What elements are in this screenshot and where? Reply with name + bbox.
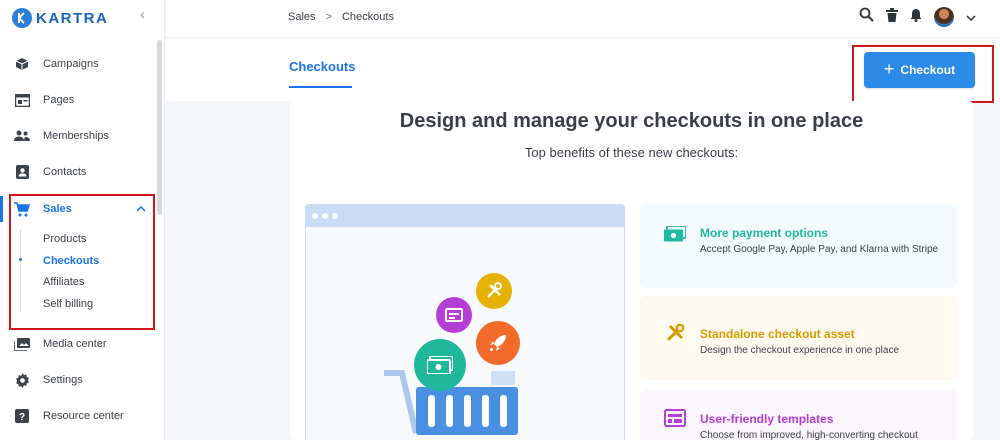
sidebar-item-contacts[interactable]: Contacts	[0, 154, 155, 190]
template-icon	[664, 407, 686, 429]
media-icon	[14, 336, 30, 352]
tab-checkouts[interactable]: Checkouts	[289, 59, 355, 74]
feature-card-standalone: Standalone checkout asset Design the che…	[640, 296, 957, 380]
highlight-box-sales	[9, 194, 155, 330]
tools-icon	[664, 322, 686, 344]
feature-card-payment: More payment options Accept Google Pay, …	[640, 204, 957, 288]
bell-icon[interactable]	[910, 8, 922, 27]
topbar-actions	[859, 7, 976, 27]
chevron-down-icon[interactable]	[966, 8, 976, 26]
sidebar-item-memberships[interactable]: Memberships	[0, 118, 155, 154]
sidebar-item-media-center[interactable]: Media center	[0, 326, 155, 362]
sidebar-item-pages[interactable]: Pages	[0, 82, 155, 118]
sidebar-item-label: Settings	[43, 374, 83, 386]
feature-card-templates: User-friendly templates Choose from impr…	[640, 390, 957, 440]
feature-title: More payment options	[700, 226, 829, 240]
sidebar-item-label: Pages	[43, 94, 75, 106]
tools-bubble-icon	[476, 273, 512, 309]
browser-bar	[306, 205, 624, 227]
sidebar-item-label: Media center	[43, 338, 107, 350]
sidebar-item-label: Campaigns	[43, 58, 99, 70]
sidebar-item-settings[interactable]: Settings	[0, 362, 155, 398]
page-title: Design and manage your checkouts in one …	[399, 110, 864, 132]
topbar: Sales > Checkouts	[166, 0, 1000, 38]
kartra-logo-icon	[12, 8, 32, 28]
sidebar-item-campaigns[interactable]: Campaigns	[0, 46, 155, 82]
trash-icon[interactable]	[886, 7, 898, 27]
money-icon	[664, 223, 686, 245]
sidebar-item-label: Memberships	[43, 130, 110, 142]
feature-title: User-friendly templates	[700, 412, 834, 426]
feature-desc: Accept Google Pay, Apple Pay, and Klarna…	[700, 244, 939, 255]
checkouts-intro-card: Design and manage your checkouts in one …	[290, 101, 973, 440]
rocket-bubble-icon	[476, 321, 520, 365]
window-dot	[312, 213, 318, 219]
search-icon[interactable]	[859, 7, 874, 27]
window-dot	[332, 213, 338, 219]
sidebar-scrollbar[interactable]	[157, 40, 162, 215]
collapse-sidebar-icon[interactable]: ‹	[140, 6, 145, 23]
avatar[interactable]	[934, 7, 954, 27]
feature-title: Standalone checkout asset	[700, 327, 855, 341]
sidebar-item-resource-center[interactable]: ? Resource center	[0, 398, 155, 434]
sidebar-item-label: Resource center	[43, 410, 124, 422]
breadcrumb-parent[interactable]: Sales	[288, 11, 316, 23]
highlight-box-button	[852, 45, 994, 103]
page-subtitle: Top benefits of these new checkouts:	[524, 145, 739, 160]
browser-window-icon	[14, 92, 30, 108]
people-icon	[14, 128, 30, 144]
brand-name: KARTRA	[36, 9, 109, 27]
gear-icon	[14, 372, 30, 388]
help-icon: ?	[14, 408, 30, 424]
feature-desc: Design the checkout experience in one pl…	[700, 345, 900, 356]
breadcrumb-current: Checkouts	[341, 11, 394, 23]
svg-text:?: ?	[19, 412, 25, 423]
sidebar: KARTRA ‹ Campaigns Pages Memberships Con…	[0, 0, 165, 440]
window-dot	[322, 213, 328, 219]
kartra-logo[interactable]: KARTRA	[12, 6, 108, 30]
breadcrumb: Sales > Checkouts	[288, 11, 394, 23]
money-bubble-icon	[414, 339, 466, 391]
breadcrumb-separator: >	[325, 11, 332, 23]
cube-icon	[14, 56, 30, 72]
sidebar-item-label: Contacts	[43, 166, 87, 178]
template-bubble-icon	[436, 297, 472, 333]
checkout-illustration	[305, 204, 625, 440]
contact-card-icon	[14, 164, 30, 180]
tab-underline	[289, 86, 352, 88]
feature-desc: Choose from improved, high-converting ch…	[700, 430, 918, 440]
